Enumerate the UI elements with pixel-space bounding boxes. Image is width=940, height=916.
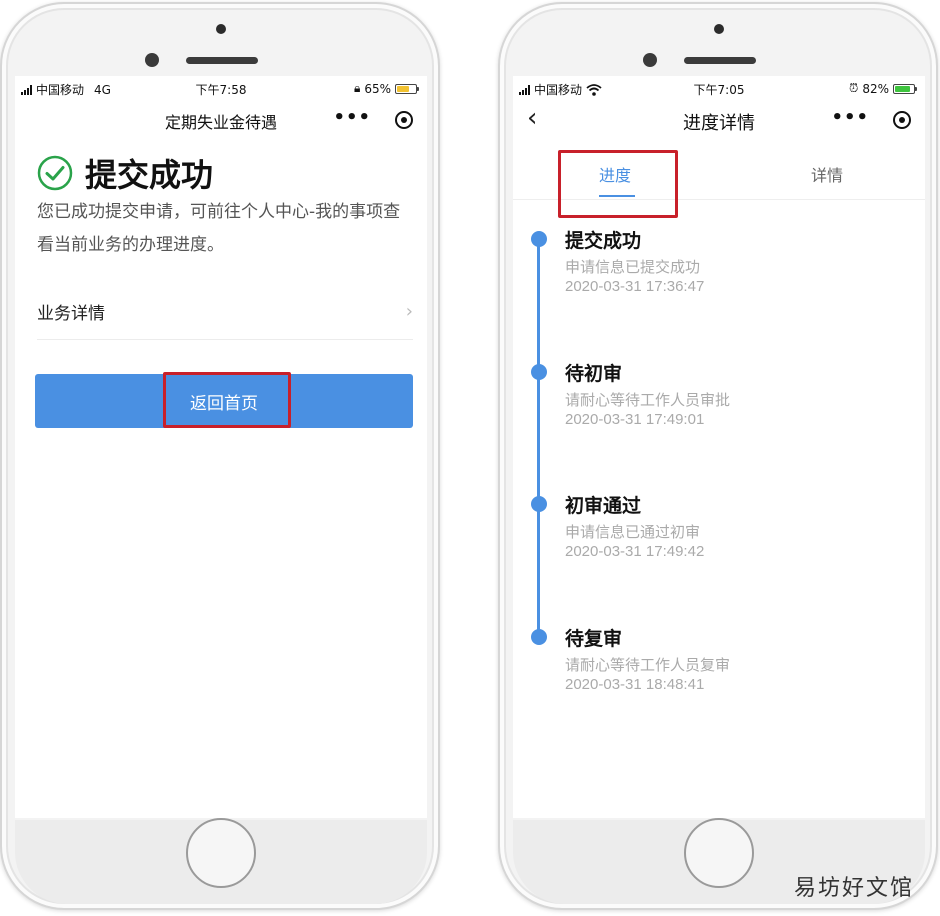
close-miniprogram-icon[interactable]: [893, 111, 911, 129]
speaker-grille: [186, 57, 258, 64]
speaker-grille: [684, 57, 756, 64]
nav-bar: ‹ 进度详情 •••: [513, 104, 925, 138]
highlight-box-progress-tab: [558, 150, 678, 218]
battery-icon: [893, 83, 917, 94]
success-description: 您已成功提交申请，可前往个人中心-我的事项查看当前业务的办理进度。: [37, 202, 401, 255]
timeline-time: 2020-03-31 18:48:41: [565, 676, 705, 693]
timeline-dot: [531, 496, 547, 512]
camera-dot: [714, 24, 724, 34]
phone-frame-left: 中国移动 4G 下午7:58 🔒︎ 65% 定期失业金待遇 ••• 提交成功 您…: [0, 2, 440, 910]
status-bar: 中国移动 4G 下午7:58 🔒︎ 65%: [15, 76, 427, 100]
success-header: 提交成功: [37, 150, 213, 196]
timeline-title: 提交成功: [565, 230, 642, 252]
timeline-dot: [531, 231, 547, 247]
highlight-box-home-button: [163, 372, 291, 428]
phone-frame-right: 中国移动 下午7:05 ⏰︎ 82% ‹ 进度详情 ••• 进度 详情 提交成功…: [498, 2, 938, 910]
battery-icon: [395, 83, 419, 94]
chevron-right-icon: ›: [405, 301, 413, 322]
battery-percent: 65%: [364, 81, 391, 96]
timeline-desc: 请耐心等待工作人员审批: [565, 391, 731, 409]
timeline-time: 2020-03-31 17:49:42: [565, 543, 705, 560]
timeline-desc: 申请信息已通过初审: [565, 523, 701, 541]
orientation-lock-icon: 🔒︎: [353, 81, 361, 95]
hardware-home-button[interactable]: [186, 818, 256, 888]
timeline-dot: [531, 364, 547, 380]
close-miniprogram-icon[interactable]: [395, 111, 413, 129]
timeline-desc: 申请信息已提交成功: [565, 258, 701, 276]
status-bar: 中国移动 下午7:05 ⏰︎ 82%: [513, 76, 925, 100]
hardware-home-button[interactable]: [684, 818, 754, 888]
battery-percent: 82%: [862, 81, 889, 96]
timeline-title: 初审通过: [565, 495, 642, 517]
nav-bar: 定期失业金待遇 •••: [15, 104, 427, 138]
alarm-icon: ⏰︎: [848, 81, 859, 95]
timeline-time: 2020-03-31 17:49:01: [565, 411, 705, 428]
front-camera: [145, 53, 159, 67]
camera-dot: [216, 24, 226, 34]
timeline-title: 待复审: [565, 628, 623, 650]
more-icon[interactable]: •••: [333, 107, 371, 128]
business-detail-row[interactable]: 业务详情 ›: [37, 284, 413, 340]
tab-detail[interactable]: 详情: [811, 162, 843, 186]
timeline-desc: 请耐心等待工作人员复审: [565, 656, 731, 674]
timeline-time: 2020-03-31 17:36:47: [565, 278, 705, 295]
screen-submit-success: 中国移动 4G 下午7:58 🔒︎ 65% 定期失业金待遇 ••• 提交成功 您…: [15, 76, 427, 818]
front-camera: [643, 53, 657, 67]
timeline-title: 待初审: [565, 363, 623, 385]
more-icon[interactable]: •••: [831, 107, 869, 128]
screen-progress-detail: 中国移动 下午7:05 ⏰︎ 82% ‹ 进度详情 ••• 进度 详情 提交成功…: [513, 76, 925, 818]
business-detail-label: 业务详情: [37, 304, 105, 324]
success-check-icon: [37, 155, 73, 191]
timeline-line: [537, 236, 540, 634]
timeline-dot: [531, 629, 547, 645]
success-title: 提交成功: [85, 156, 214, 194]
watermark: 易坊好文馆: [793, 876, 914, 901]
